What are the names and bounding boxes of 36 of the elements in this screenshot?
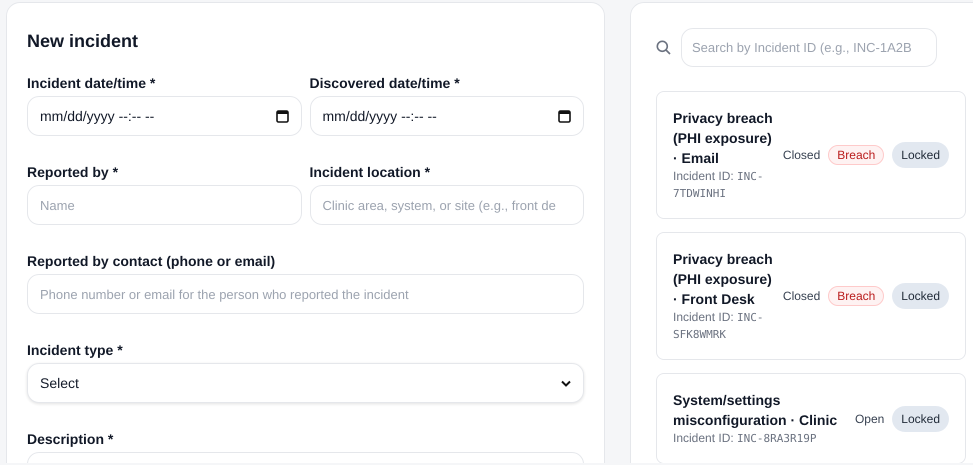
field-label: Discovered date/time * — [310, 74, 461, 93]
status-text: Closed — [782, 289, 820, 303]
select-field[interactable]: Select — [27, 363, 584, 403]
field-label: Description * — [27, 430, 114, 449]
field-label: Incident type * — [27, 341, 124, 360]
field-label: Incident date/time * — [27, 74, 156, 93]
chevron-down-icon — [561, 380, 571, 386]
incident-id: Incident ID: INC-7TDWINHI — [673, 168, 765, 202]
locked-badge: Locked — [892, 283, 949, 309]
text-field[interactable]: Phone number or email for the person who reported the incident — [27, 274, 584, 314]
incident-title: Privacy breach (PHI exposure) · Front Desk — [673, 250, 774, 309]
incident-card[interactable]: Privacy breach (PHI exposure) · Email Incident ID: INC-7TDWINHI Closed Breach Locked — [656, 91, 966, 219]
text-field[interactable]: Name — [27, 185, 302, 225]
field-label: Reported by contact (phone or email) — [27, 252, 276, 271]
search-field[interactable]: Search by Incident ID (e.g., INC-1A2B — [681, 28, 937, 67]
locked-badge: Locked — [892, 406, 949, 432]
incident-id: Incident ID: INC-SFK8WMRK — [673, 309, 765, 343]
status-text: Open — [854, 412, 884, 426]
incident-card[interactable]: Privacy breach (PHI exposure) · Front Desk Incident ID: INC-SFK8WMRK Closed Breach Locked — [656, 232, 966, 360]
form-title: New incident — [27, 30, 140, 53]
breach-badge: Breach — [828, 145, 884, 165]
status-text: Closed — [782, 148, 820, 162]
incident-title: Privacy breach (PHI exposure) · Email — [673, 109, 774, 168]
text-field[interactable]: Clinic area, system, or site (e.g., front de — [310, 185, 584, 225]
incident-card[interactable]: System/settings misconfiguration · Clinic Incident ID: INC-8RA3R19P Open Locked — [656, 373, 966, 463]
incident-id: Incident ID: INC-8RA3R19P — [673, 430, 818, 447]
calendar-icon — [558, 109, 571, 123]
datetime-field[interactable]: mm/dd/yyyy --:-- -- — [27, 96, 302, 136]
field-label: Reported by * — [27, 163, 120, 182]
breach-badge: Breach — [828, 286, 884, 306]
field-label: Incident location * — [310, 163, 432, 182]
datetime-field[interactable]: mm/dd/yyyy --:-- -- — [310, 96, 584, 136]
locked-badge: Locked — [892, 142, 949, 168]
calendar-icon — [276, 109, 288, 123]
incident-title: System/settings misconfiguration · Clinic — [673, 391, 838, 430]
search-icon — [656, 40, 671, 55]
